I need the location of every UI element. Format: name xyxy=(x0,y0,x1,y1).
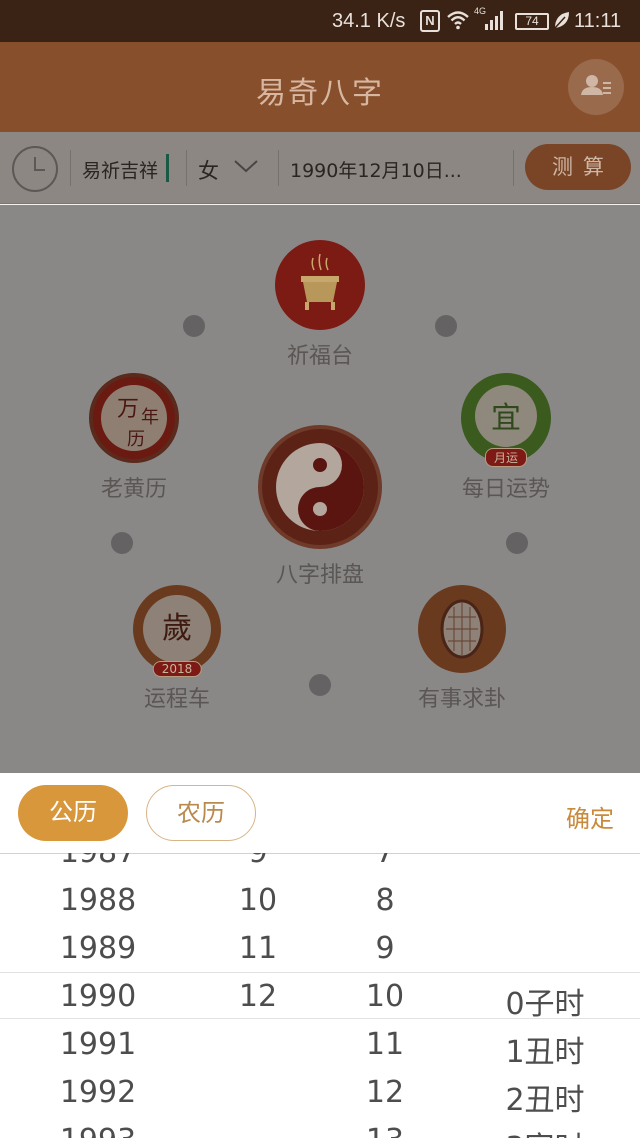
month-wheel[interactable]: 9 10 11 12 xyxy=(198,853,318,1138)
wheel-item[interactable]: 1丑时 xyxy=(460,1027,630,1071)
wheel-item-selected[interactable]: 10 xyxy=(325,979,445,1014)
wheel-item[interactable]: 3寅时 xyxy=(460,1123,630,1138)
wheel-item[interactable]: 13 xyxy=(325,1123,445,1138)
feature-daily-fortune[interactable]: 宜 月运 每日运势 xyxy=(406,373,606,503)
wheel-item[interactable]: 1987 xyxy=(18,853,178,870)
feature-divination-label: 有事求卦 xyxy=(417,687,506,712)
decor-dot xyxy=(435,315,457,337)
feature-fortune-car[interactable]: 歲 2018 运程车 xyxy=(77,585,277,713)
almanac-icon: 万 年 历 xyxy=(89,373,179,463)
calculate-button[interactable]: 测算 xyxy=(525,144,631,190)
tab-solar-calendar[interactable]: 公历 xyxy=(18,785,128,841)
wheel-item[interactable]: 10 xyxy=(198,883,318,918)
daily-fortune-icon: 宜 月运 xyxy=(461,373,551,467)
gender-select[interactable]: 女 xyxy=(198,155,219,185)
feature-fortune-car-label: 运程车 xyxy=(143,687,210,712)
confirm-button[interactable]: 确定 xyxy=(566,799,614,834)
wheel-item[interactable]: 1989 xyxy=(18,931,178,966)
feature-prayer[interactable]: 祈福台 xyxy=(220,240,420,370)
name-input[interactable]: 易祈吉祥 xyxy=(82,156,158,183)
yin-yang-icon xyxy=(258,425,382,549)
wheel-item-selected[interactable]: 12 xyxy=(198,979,318,1014)
divider xyxy=(278,150,279,186)
battery-icon: 74 xyxy=(515,13,549,30)
wheel-item[interactable]: 1991 xyxy=(18,1027,178,1062)
wheel-item[interactable]: 1992 xyxy=(18,1075,178,1110)
wheel-item[interactable]: 11 xyxy=(325,1027,445,1062)
wheel-item-selected[interactable]: 1990 xyxy=(18,979,178,1014)
feature-divination[interactable]: 有事求卦 xyxy=(362,585,562,713)
page-title: 易奇八字 xyxy=(256,76,384,111)
decor-dot xyxy=(309,674,331,696)
date-picker-sheet: 公历 农历 确定 1987 1988 1989 1990 1991 1992 1… xyxy=(0,773,640,1138)
chevron-down-icon[interactable] xyxy=(232,156,260,176)
wheel-item[interactable]: 9 xyxy=(198,853,318,870)
network-speed: 34.1 K/s xyxy=(332,10,406,32)
clock-time: 11:11 xyxy=(574,10,622,32)
tab-lunar-calendar[interactable]: 农历 xyxy=(146,785,256,841)
birth-input-bar: 易祈吉祥 女 1990年12月10日... 测算 xyxy=(0,132,640,204)
day-wheel[interactable]: 7 8 9 10 11 12 13 xyxy=(325,853,445,1138)
nfc-icon: N xyxy=(420,10,440,32)
wheel-item[interactable]: 11 xyxy=(198,931,318,966)
decor-dot xyxy=(183,315,205,337)
turtle-shell-icon xyxy=(418,585,506,673)
feature-daily-fortune-label: 每日运势 xyxy=(461,477,550,502)
app-bar: 易奇八字 xyxy=(0,42,640,132)
feature-almanac-label: 老黄历 xyxy=(100,477,167,502)
feature-bazi[interactable]: 八字排盘 xyxy=(220,425,420,589)
fortune-car-badge: 2018 xyxy=(152,661,202,677)
birth-date-field[interactable]: 1990年12月10日... xyxy=(290,156,462,183)
signal-icon xyxy=(485,11,503,30)
feature-almanac[interactable]: 万 年 历 老黄历 xyxy=(34,373,234,503)
user-card-icon xyxy=(581,75,611,95)
fortune-car-icon: 歲 2018 xyxy=(133,585,221,677)
wheel-item-selected[interactable]: 0子时 xyxy=(460,979,630,1023)
leaf-icon xyxy=(554,12,569,29)
wheel-item[interactable]: 8 xyxy=(325,883,445,918)
status-bar: 34.1 K/s N 4G 74 11:11 xyxy=(0,0,640,42)
hour-wheel[interactable]: 0子时 1丑时 2丑时 3寅时 xyxy=(460,853,630,1138)
decor-dot xyxy=(506,532,528,554)
user-profile-button[interactable] xyxy=(568,59,624,115)
divider xyxy=(70,150,71,186)
feature-area: 祈福台 万 年 历 老黄历 宜 月运 每日运势 八字排盘 歲 2018 运程车 … xyxy=(0,205,640,773)
wheel-item[interactable]: 12 xyxy=(325,1075,445,1110)
wheel-item[interactable]: 1993 xyxy=(18,1123,178,1138)
divider xyxy=(513,150,514,186)
fortune-car-glyph: 歲 xyxy=(162,611,192,646)
daily-fortune-badge: 月运 xyxy=(484,448,528,467)
year-wheel[interactable]: 1987 1988 1989 1990 1991 1992 1993 xyxy=(18,853,178,1138)
wifi-icon xyxy=(447,11,469,30)
wheel-item[interactable]: 1988 xyxy=(18,883,178,918)
incense-burner-icon xyxy=(275,240,365,330)
divider xyxy=(186,150,187,186)
almanac-glyph-1: 万 xyxy=(117,397,140,422)
decor-dot xyxy=(111,532,133,554)
almanac-glyph-3: 历 xyxy=(127,429,145,450)
wheel-item[interactable]: 2丑时 xyxy=(460,1075,630,1119)
text-cursor xyxy=(166,154,169,182)
daily-fortune-glyph: 宜 xyxy=(491,401,521,436)
wheel-item[interactable]: 7 xyxy=(325,853,445,870)
clock-icon[interactable] xyxy=(12,146,58,192)
feature-prayer-label: 祈福台 xyxy=(286,344,353,369)
wheel-item[interactable]: 9 xyxy=(325,931,445,966)
